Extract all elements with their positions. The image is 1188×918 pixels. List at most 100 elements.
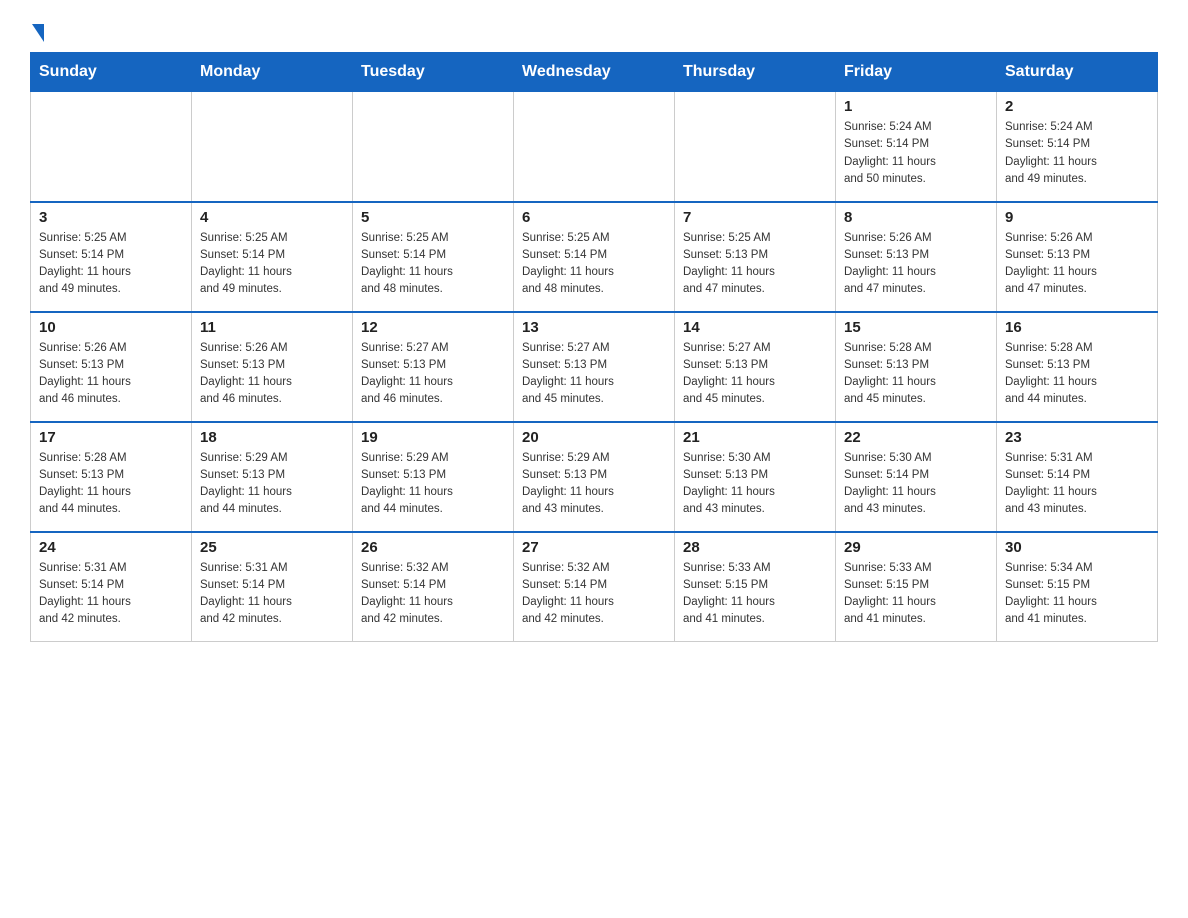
calendar-cell [192,92,353,202]
calendar-cell [675,92,836,202]
calendar-cell: 14 Sunrise: 5:27 AMSunset: 5:13 PMDayligh… [675,312,836,422]
day-number: 9 [1005,209,1149,226]
calendar-cell: 18 Sunrise: 5:29 AMSunset: 5:13 PMDayligh… [192,422,353,532]
calendar-table: SundayMondayTuesdayWednesdayThursdayFrid… [30,52,1158,642]
column-header-saturday: Saturday [997,53,1158,92]
calendar-cell: 20 Sunrise: 5:29 AMSunset: 5:13 PMDayligh… [514,422,675,532]
day-info: Sunrise: 5:24 AMSunset: 5:14 PMDaylight:… [1005,119,1149,188]
calendar-cell: 23Sunrise: 5:31 AMSunset: 5:14 PMDayligh… [997,422,1158,532]
column-header-tuesday: Tuesday [353,53,514,92]
day-number: 13 [522,319,666,336]
calendar-header-row: SundayMondayTuesdayWednesdayThursdayFrid… [31,53,1158,92]
calendar-cell: 5 Sunrise: 5:25 AMSunset: 5:14 PMDaylight… [353,202,514,312]
calendar-cell: 13 Sunrise: 5:27 AMSunset: 5:13 PMDayligh… [514,312,675,422]
week-row-2: 10Sunrise: 5:26 AMSunset: 5:13 PMDayligh… [31,312,1158,422]
day-info: Sunrise: 5:34 AMSunset: 5:15 PMDaylight:… [1005,560,1149,629]
day-info: Sunrise: 5:29 AMSunset: 5:13 PMDaylight:… [361,450,505,519]
calendar-cell [353,92,514,202]
day-info: Sunrise: 5:32 AMSunset: 5:14 PMDaylight:… [361,560,505,629]
calendar-cell: 9 Sunrise: 5:26 AMSunset: 5:13 PMDaylight… [997,202,1158,312]
day-info: Sunrise: 5:29 AMSunset: 5:13 PMDaylight:… [522,450,666,519]
day-info: Sunrise: 5:30 AMSunset: 5:14 PMDaylight:… [844,450,988,519]
calendar-cell: 26 Sunrise: 5:32 AMSunset: 5:14 PMDayligh… [353,532,514,642]
calendar-cell: 25Sunrise: 5:31 AMSunset: 5:14 PMDayligh… [192,532,353,642]
calendar-cell: 1 Sunrise: 5:24 AMSunset: 5:14 PMDaylight… [836,92,997,202]
calendar-cell: 7 Sunrise: 5:25 AMSunset: 5:13 PMDaylight… [675,202,836,312]
logo-triangle-icon [32,24,44,42]
calendar-cell: 29 Sunrise: 5:33 AMSunset: 5:15 PMDayligh… [836,532,997,642]
day-number: 12 [361,319,505,336]
day-number: 7 [683,209,827,226]
day-info: Sunrise: 5:25 AMSunset: 5:13 PMDaylight:… [683,230,827,299]
day-info: Sunrise: 5:28 AMSunset: 5:13 PMDaylight:… [844,340,988,409]
day-number: 19 [361,429,505,446]
day-info: Sunrise: 5:33 AMSunset: 5:15 PMDaylight:… [844,560,988,629]
day-number: 4 [200,209,344,226]
day-number: 25 [200,539,344,556]
calendar-cell: 19 Sunrise: 5:29 AMSunset: 5:13 PMDayligh… [353,422,514,532]
day-number: 5 [361,209,505,226]
day-number: 20 [522,429,666,446]
day-number: 21 [683,429,827,446]
day-number: 22 [844,429,988,446]
calendar-cell: 15 Sunrise: 5:28 AMSunset: 5:13 PMDayligh… [836,312,997,422]
day-info: Sunrise: 5:33 AMSunset: 5:15 PMDaylight:… [683,560,827,629]
day-number: 28 [683,539,827,556]
day-info: Sunrise: 5:25 AMSunset: 5:14 PMDaylight:… [39,230,183,299]
day-number: 14 [683,319,827,336]
calendar-cell: 16 Sunrise: 5:28 AMSunset: 5:13 PMDayligh… [997,312,1158,422]
column-header-sunday: Sunday [31,53,192,92]
day-info: Sunrise: 5:32 AMSunset: 5:14 PMDaylight:… [522,560,666,629]
week-row-1: 3 Sunrise: 5:25 AMSunset: 5:14 PMDaylight… [31,202,1158,312]
calendar-cell: 22 Sunrise: 5:30 AMSunset: 5:14 PMDayligh… [836,422,997,532]
day-info: Sunrise: 5:28 AMSunset: 5:13 PMDaylight:… [39,450,183,519]
calendar-cell: 17 Sunrise: 5:28 AMSunset: 5:13 PMDayligh… [31,422,192,532]
day-info: Sunrise: 5:26 AMSunset: 5:13 PMDaylight:… [39,340,183,409]
day-info: Sunrise: 5:26 AMSunset: 5:13 PMDaylight:… [1005,230,1149,299]
week-row-3: 17 Sunrise: 5:28 AMSunset: 5:13 PMDayligh… [31,422,1158,532]
calendar-cell: 28 Sunrise: 5:33 AMSunset: 5:15 PMDayligh… [675,532,836,642]
day-info: Sunrise: 5:30 AMSunset: 5:13 PMDaylight:… [683,450,827,519]
day-info: Sunrise: 5:25 AMSunset: 5:14 PMDaylight:… [200,230,344,299]
day-number: 6 [522,209,666,226]
calendar-cell: 3 Sunrise: 5:25 AMSunset: 5:14 PMDaylight… [31,202,192,312]
column-header-monday: Monday [192,53,353,92]
day-number: 1 [844,98,988,115]
calendar-cell: 12 Sunrise: 5:27 AMSunset: 5:13 PMDayligh… [353,312,514,422]
day-number: 2 [1005,98,1149,115]
day-info: Sunrise: 5:25 AMSunset: 5:14 PMDaylight:… [361,230,505,299]
day-number: 23 [1005,429,1149,446]
week-row-4: 24Sunrise: 5:31 AMSunset: 5:14 PMDayligh… [31,532,1158,642]
week-row-0: 1 Sunrise: 5:24 AMSunset: 5:14 PMDaylight… [31,92,1158,202]
day-number: 3 [39,209,183,226]
day-number: 18 [200,429,344,446]
day-info: Sunrise: 5:28 AMSunset: 5:13 PMDaylight:… [1005,340,1149,409]
calendar-cell [514,92,675,202]
day-number: 24 [39,539,183,556]
logo [30,20,44,42]
day-number: 16 [1005,319,1149,336]
day-number: 8 [844,209,988,226]
day-info: Sunrise: 5:25 AMSunset: 5:14 PMDaylight:… [522,230,666,299]
calendar-cell: 8 Sunrise: 5:26 AMSunset: 5:13 PMDaylight… [836,202,997,312]
calendar-cell: 10Sunrise: 5:26 AMSunset: 5:13 PMDayligh… [31,312,192,422]
day-number: 15 [844,319,988,336]
calendar-cell: 27 Sunrise: 5:32 AMSunset: 5:14 PMDayligh… [514,532,675,642]
column-header-friday: Friday [836,53,997,92]
day-info: Sunrise: 5:26 AMSunset: 5:13 PMDaylight:… [844,230,988,299]
day-info: Sunrise: 5:27 AMSunset: 5:13 PMDaylight:… [361,340,505,409]
day-info: Sunrise: 5:29 AMSunset: 5:13 PMDaylight:… [200,450,344,519]
calendar-cell: 4 Sunrise: 5:25 AMSunset: 5:14 PMDaylight… [192,202,353,312]
day-info: Sunrise: 5:27 AMSunset: 5:13 PMDaylight:… [683,340,827,409]
calendar-cell: 6 Sunrise: 5:25 AMSunset: 5:14 PMDaylight… [514,202,675,312]
day-number: 27 [522,539,666,556]
day-info: Sunrise: 5:24 AMSunset: 5:14 PMDaylight:… [844,119,988,188]
calendar-cell: 24Sunrise: 5:31 AMSunset: 5:14 PMDayligh… [31,532,192,642]
calendar-cell: 30Sunrise: 5:34 AMSunset: 5:15 PMDayligh… [997,532,1158,642]
day-number: 26 [361,539,505,556]
day-number: 29 [844,539,988,556]
day-number: 11 [200,319,344,336]
calendar-cell: 11Sunrise: 5:26 AMSunset: 5:13 PMDayligh… [192,312,353,422]
day-info: Sunrise: 5:27 AMSunset: 5:13 PMDaylight:… [522,340,666,409]
day-number: 17 [39,429,183,446]
